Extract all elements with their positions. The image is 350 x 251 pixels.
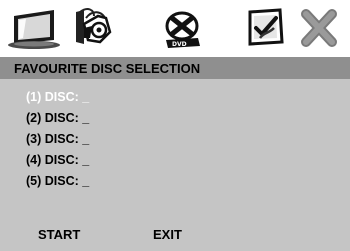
menu-title: FAVOURITE DISC SELECTION — [14, 61, 201, 76]
exit-button[interactable]: EXIT — [153, 227, 182, 242]
svg-text:DVD: DVD — [172, 41, 187, 48]
disc-slot-2[interactable]: (2) DISC: _ — [26, 111, 89, 125]
start-button[interactable]: START — [38, 227, 80, 242]
menu-icon-bar: DVD — [0, 0, 350, 57]
disc-slot-1[interactable]: (1) DISC: _ — [26, 90, 89, 104]
tv-display-icon[interactable] — [6, 4, 64, 52]
disc-feature-icon[interactable]: DVD — [154, 4, 212, 52]
audio-speaker-icon[interactable] — [66, 4, 124, 52]
disc-slot-5[interactable]: (5) DISC: _ — [26, 174, 89, 188]
close-x-icon[interactable] — [290, 4, 348, 52]
disc-slot-4[interactable]: (4) DISC: _ — [26, 153, 89, 167]
menu-title-bar: FAVOURITE DISC SELECTION — [0, 57, 350, 79]
disc-list: (1) DISC: _ (2) DISC: _ (3) DISC: _ (4) … — [0, 79, 350, 205]
menu-footer: START EXIT — [0, 205, 350, 251]
preferences-check-icon[interactable] — [236, 4, 294, 52]
disc-slot-3[interactable]: (3) DISC: _ — [26, 132, 89, 146]
favourite-disc-menu: DVD FAVOURITE DISC SELECTION (1) DISC: _… — [0, 0, 350, 251]
